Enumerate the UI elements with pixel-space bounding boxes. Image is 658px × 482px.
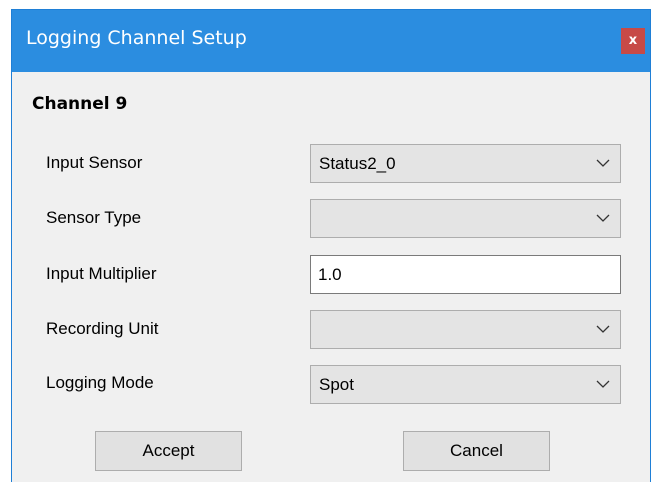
chevron-down-icon xyxy=(596,380,610,388)
channel-heading: Channel 9 xyxy=(32,94,128,114)
input-sensor-dropdown[interactable]: Status2_0 xyxy=(310,144,621,183)
recording-unit-label: Recording Unit xyxy=(46,319,159,338)
input-multiplier-value: 1.0 xyxy=(318,265,342,284)
close-icon: x xyxy=(628,33,638,48)
cancel-button[interactable]: Cancel xyxy=(403,431,550,471)
chevron-down-icon xyxy=(596,325,610,333)
input-sensor-label: Input Sensor xyxy=(46,153,143,172)
window-title: Logging Channel Setup xyxy=(26,27,247,49)
logging-mode-dropdown[interactable]: Spot xyxy=(310,365,621,404)
chevron-down-icon xyxy=(596,159,610,167)
input-multiplier-label: Input Multiplier xyxy=(46,264,157,283)
chevron-down-icon xyxy=(596,214,610,222)
sensor-type-label: Sensor Type xyxy=(46,208,142,227)
input-sensor-value: Status2_0 xyxy=(319,154,396,173)
dialog-window: Logging Channel Setup x Channel 9 Input … xyxy=(11,9,651,482)
input-multiplier-field[interactable]: 1.0 xyxy=(310,255,621,294)
title-bar[interactable]: Logging Channel Setup x xyxy=(12,10,650,72)
logging-mode-value: Spot xyxy=(319,375,354,394)
page: Logging Channel Setup x Channel 9 Input … xyxy=(0,0,658,482)
accept-button[interactable]: Accept xyxy=(95,431,242,471)
logging-mode-label: Logging Mode xyxy=(46,373,154,392)
sensor-type-dropdown[interactable] xyxy=(310,199,621,238)
close-button[interactable]: x xyxy=(621,28,645,54)
recording-unit-dropdown[interactable] xyxy=(310,310,621,349)
